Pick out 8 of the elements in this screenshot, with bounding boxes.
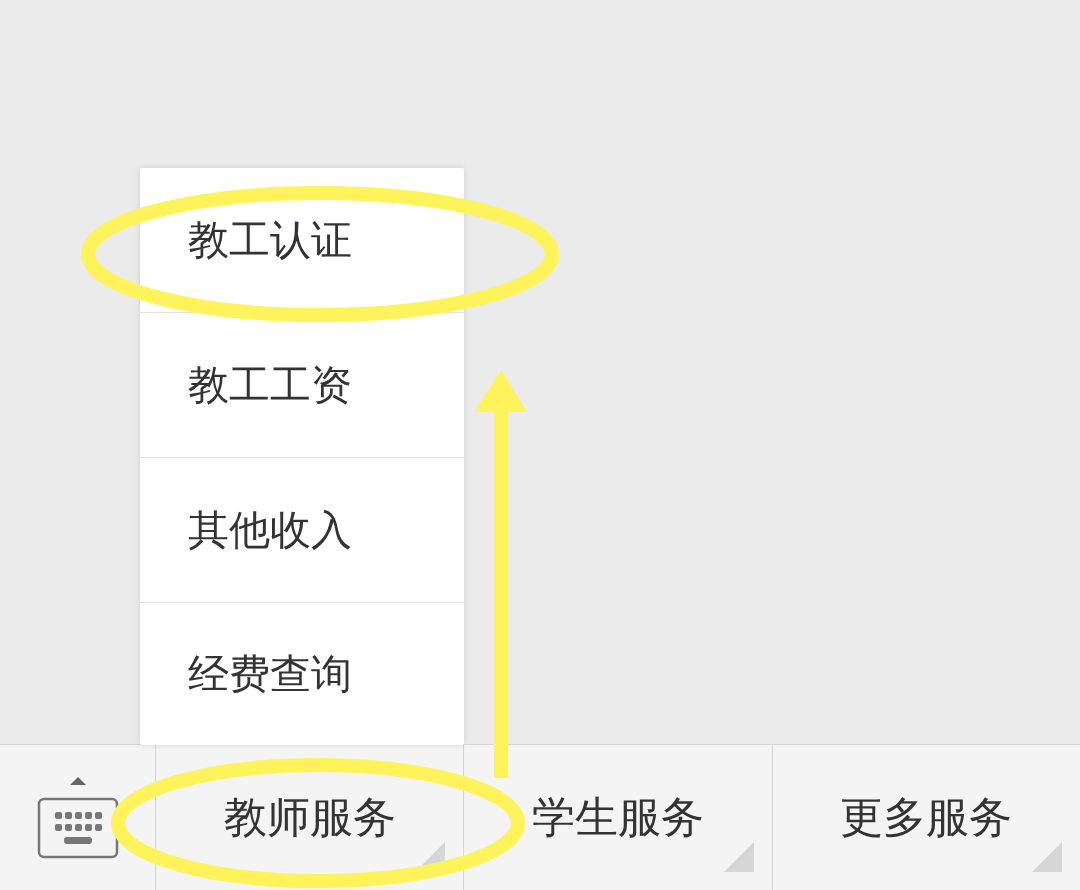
menu-tab[interactable]: 更多服务 xyxy=(772,745,1080,890)
corner-triangle-icon xyxy=(1032,842,1062,872)
keyboard-toggle-icon[interactable] xyxy=(36,774,119,861)
corner-triangle-icon xyxy=(723,842,754,872)
menu-item[interactable]: 其他收入 xyxy=(140,458,464,603)
menu-item[interactable]: 教工工资 xyxy=(140,313,464,458)
menu-item[interactable]: 教工认证 xyxy=(140,168,464,313)
menu-item[interactable]: 经费查询 xyxy=(140,603,464,745)
